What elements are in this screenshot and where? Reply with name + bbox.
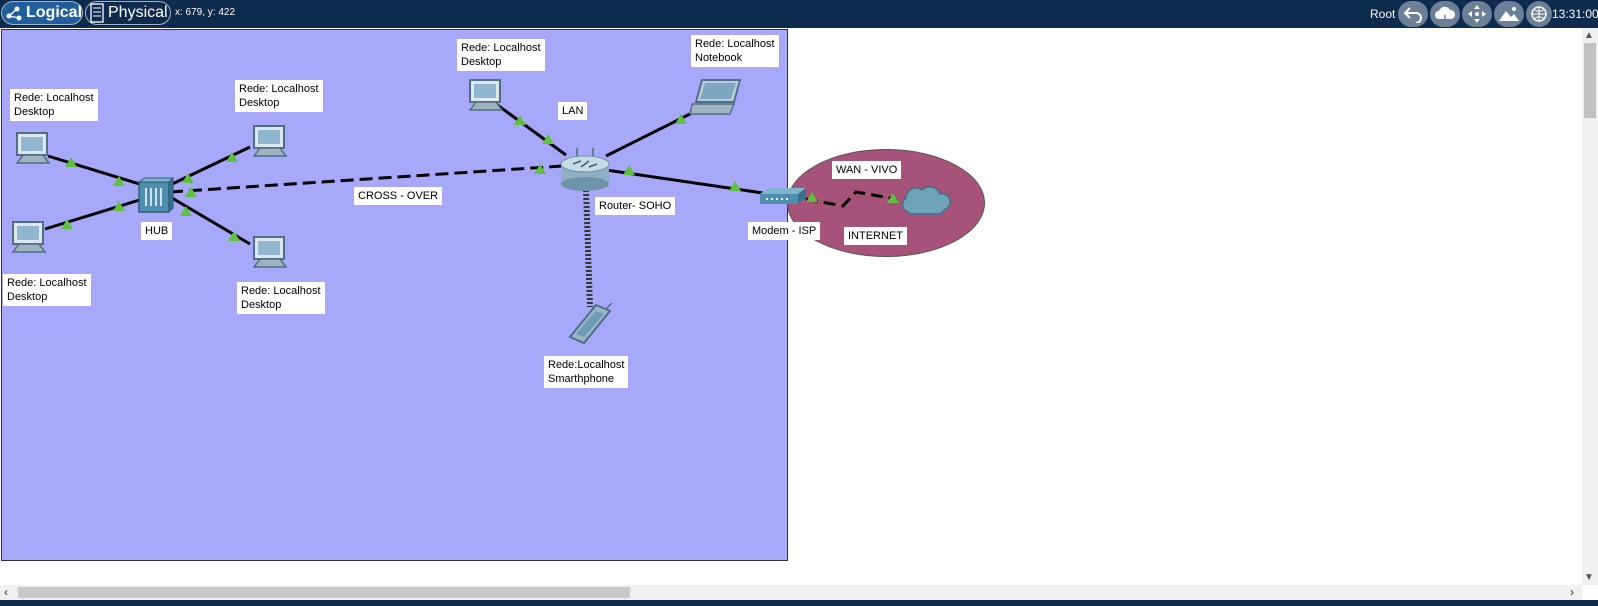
- link-pc3-hub[interactable]: [169, 145, 251, 187]
- bottom-toolbar: [0, 600, 1598, 606]
- pc2-desktop-icon[interactable]: [11, 221, 47, 253]
- pc4-desktop-icon[interactable]: [252, 236, 288, 268]
- modem-icon[interactable]: [760, 188, 806, 204]
- router-icon[interactable]: [560, 148, 610, 191]
- link-pc5-router[interactable]: [495, 102, 567, 157]
- link-modem-cloud-serial[interactable]: [805, 190, 897, 208]
- link-router-smartphone-wireless[interactable]: [583, 189, 593, 308]
- router-label: Router- SOHO: [595, 197, 676, 215]
- smartphone-label: Rede:Localhost Smarthphone: [544, 356, 629, 388]
- pc1-label: Rede: Localhost Desktop: [10, 89, 98, 121]
- horizontal-scroll-thumb[interactable]: [18, 587, 630, 598]
- hub-icon[interactable]: [137, 176, 175, 214]
- pc4-label: Rede: Localhost Desktop: [237, 282, 325, 314]
- scroll-right-arrow-icon[interactable]: ›: [1570, 585, 1574, 599]
- hub-label: HUB: [141, 222, 173, 240]
- link-pc2-hub[interactable]: [44, 196, 147, 231]
- modem-label: Modem - ISP: [748, 222, 821, 240]
- smartphone-icon[interactable]: [568, 302, 613, 345]
- pc2-label: Rede: Localhost Desktop: [3, 274, 91, 306]
- scroll-up-arrow-icon[interactable]: ▲: [1584, 30, 1594, 41]
- pc5-label: Rede: Localhost Desktop: [457, 39, 545, 71]
- lan-label: LAN: [558, 102, 588, 120]
- pc5-desktop-icon[interactable]: [468, 79, 504, 111]
- scroll-left-arrow-icon[interactable]: ‹: [4, 585, 8, 599]
- pc3-desktop-icon[interactable]: [252, 125, 288, 157]
- vertical-scroll-thumb[interactable]: [1584, 43, 1596, 118]
- internet-label: INTERNET: [844, 227, 907, 245]
- notebook-label: Rede: Localhost Notebook: [691, 35, 779, 67]
- crossover-label: CROSS - OVER: [354, 187, 443, 205]
- link-pc1-hub[interactable]: [47, 154, 147, 188]
- pc3-label: Rede: Localhost Desktop: [235, 80, 323, 112]
- notebook-icon[interactable]: [689, 79, 742, 115]
- link-pc4-hub[interactable]: [171, 196, 251, 246]
- scroll-down-arrow-icon[interactable]: ▼: [1584, 572, 1594, 583]
- pc1-desktop-icon[interactable]: [15, 132, 51, 164]
- wan-label: WAN - VIVO: [832, 161, 902, 179]
- internet-cloud-icon[interactable]: [902, 186, 951, 215]
